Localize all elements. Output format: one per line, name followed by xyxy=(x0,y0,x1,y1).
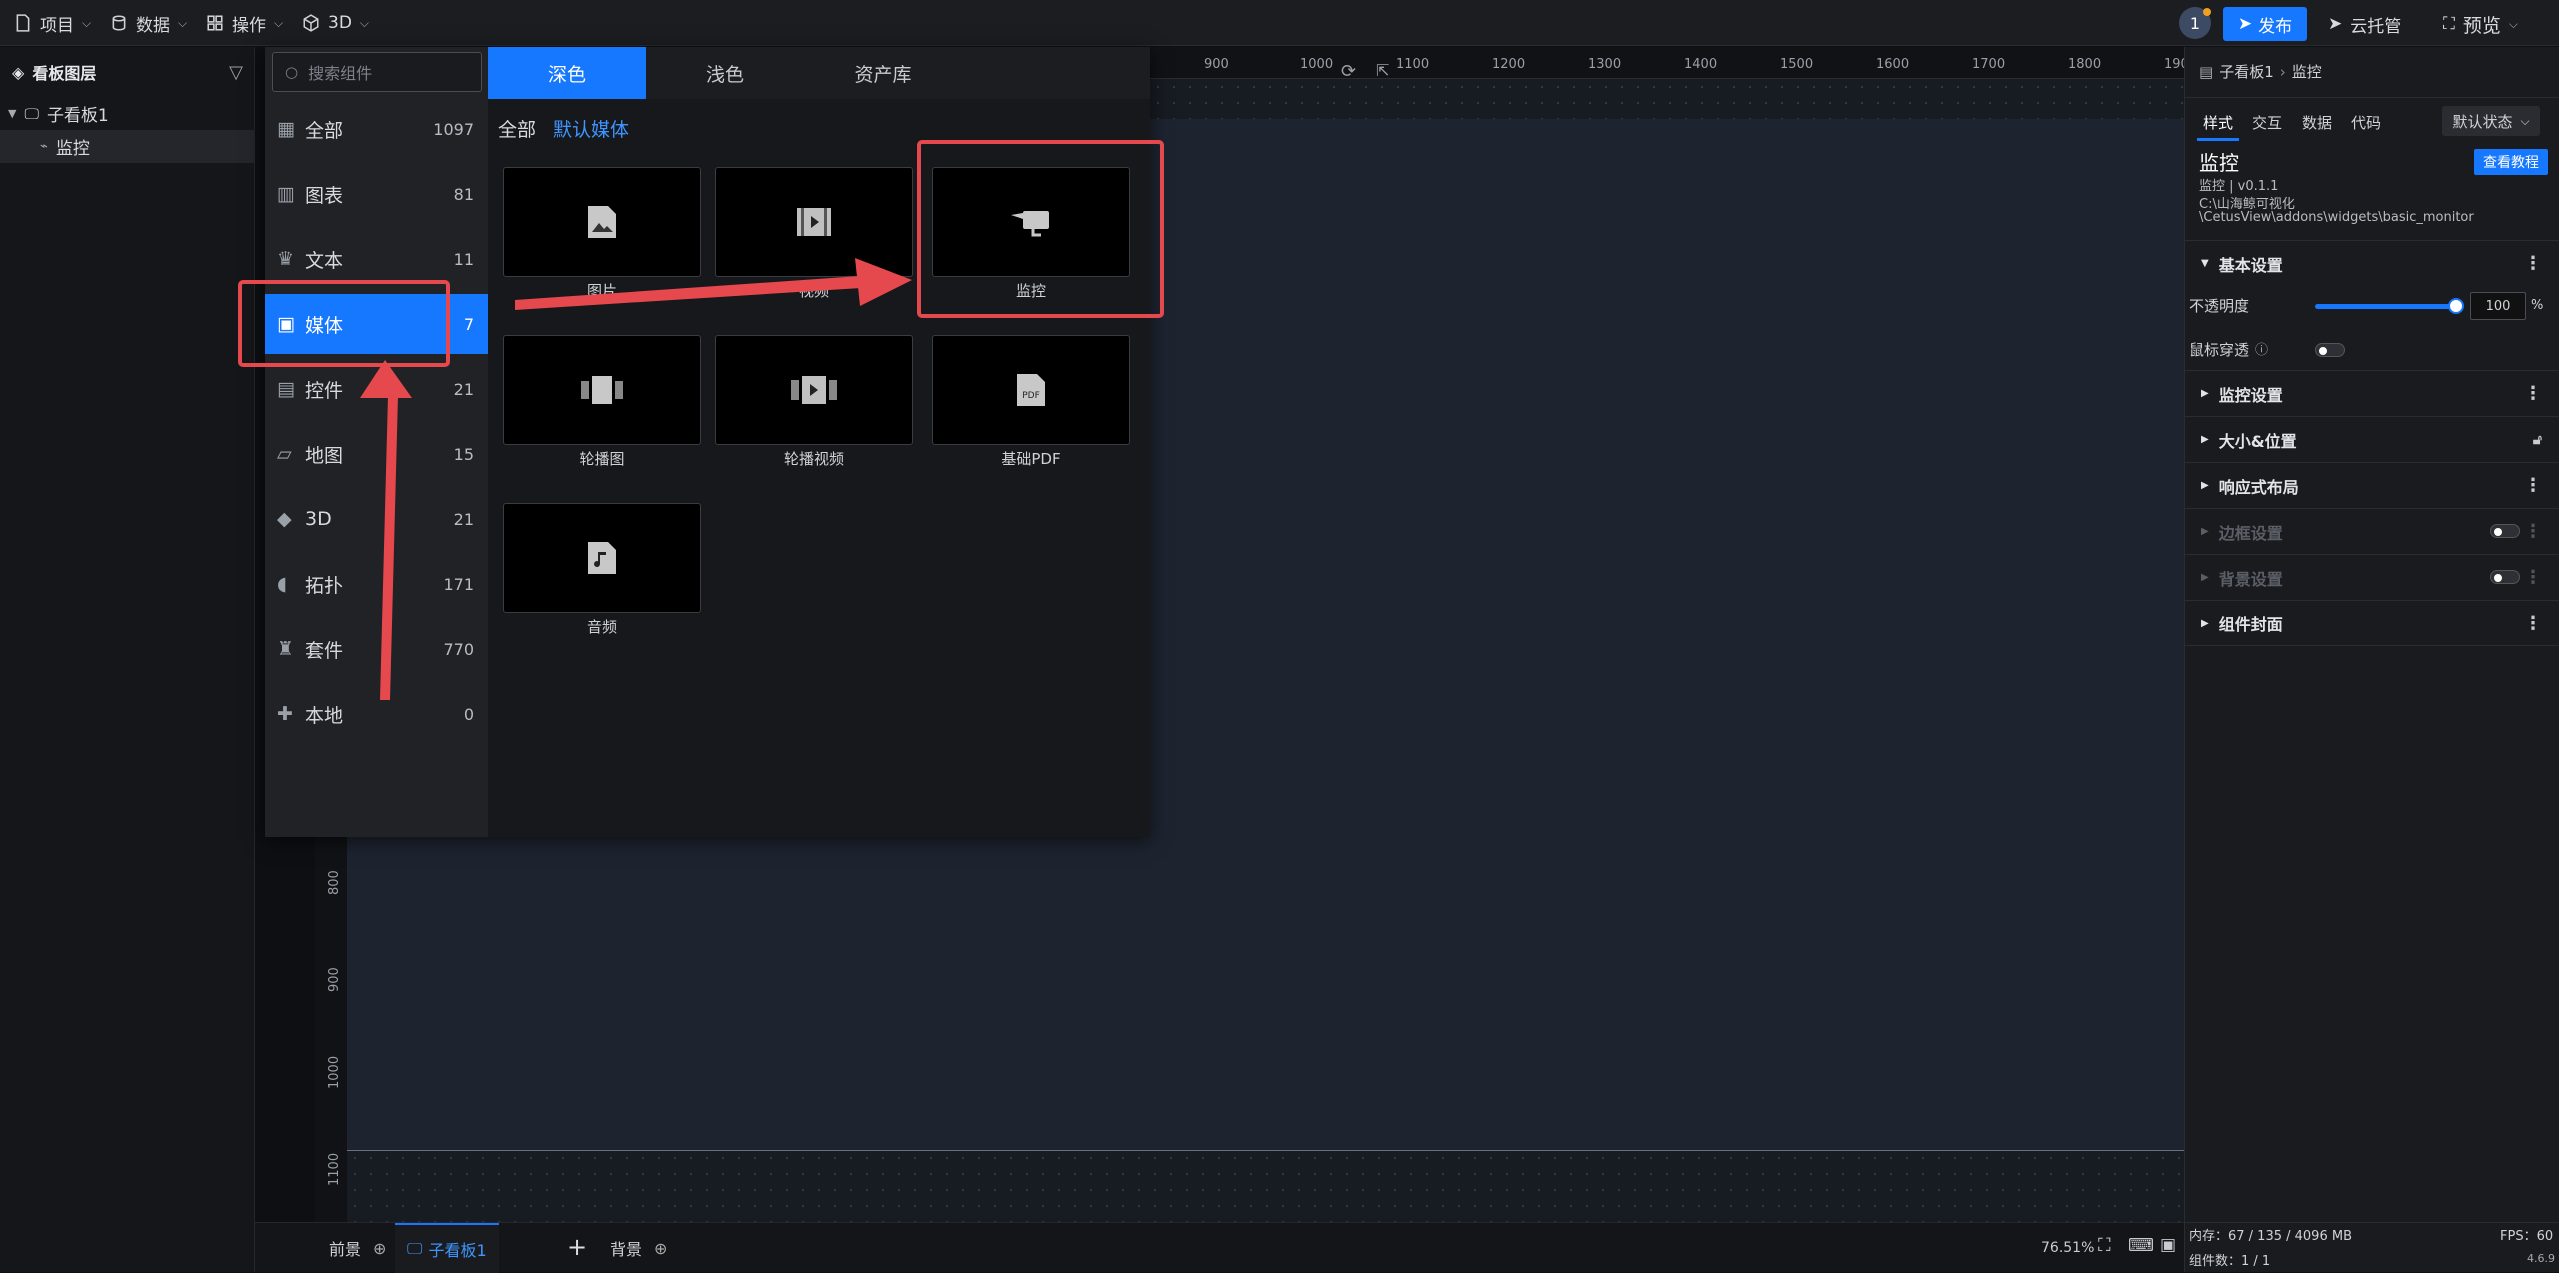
help-icon[interactable]: ⓘ xyxy=(2255,339,2268,358)
add-circle-icon[interactable]: ⊕ xyxy=(654,1239,667,1258)
section-label: 边框设置 xyxy=(2218,523,2283,543)
opacity-input[interactable]: 100 xyxy=(2470,292,2526,320)
memory-usage: 内存：67 / 135 / 4096 MB xyxy=(2189,1229,2352,1244)
section-responsive-layout[interactable]: ▶ 响应式布局 ⋮ xyxy=(2185,462,2559,508)
section-size-position[interactable]: ▶ 大小&位置 🔓︎ xyxy=(2185,416,2559,462)
chevron-down-icon: ⌵ xyxy=(2520,113,2530,128)
more-vertical-icon[interactable]: ⋮ xyxy=(2524,613,2542,634)
arrow-right-icon xyxy=(515,276,861,310)
caret-right-icon: ▶ xyxy=(2201,480,2209,491)
more-vertical-icon[interactable]: ⋮ xyxy=(2524,567,2542,588)
caret-right-icon: ▶ xyxy=(2201,388,2209,399)
percent-unit: % xyxy=(2531,298,2544,313)
slider-handle[interactable] xyxy=(2448,298,2464,314)
tab-code[interactable]: 代码 xyxy=(2351,112,2381,133)
tab-background[interactable]: 背景 ⊕ xyxy=(610,1223,667,1273)
fps-counter: FPS：60 xyxy=(2500,1229,2554,1244)
section-background-settings[interactable]: ▶ 背景设置 ⋮ xyxy=(2185,554,2559,600)
lock-icon[interactable]: 🔓︎ xyxy=(2533,432,2542,448)
section-border-settings[interactable]: ▶ 边框设置 ⋮ xyxy=(2185,508,2559,554)
tab-interaction[interactable]: 交互 xyxy=(2252,112,2282,133)
annotation-arrows xyxy=(360,258,912,700)
document-icon: ▤ xyxy=(2199,62,2214,81)
section-label: 组件封面 xyxy=(2218,615,2283,634)
caret-down-icon: ▼ xyxy=(2201,258,2209,269)
caret-right-icon: ▶ xyxy=(2201,434,2209,445)
border-toggle[interactable] xyxy=(2490,524,2520,538)
tab-foreground[interactable]: 前景 ⊕ xyxy=(329,1223,386,1273)
widget-version: 监控 | v0.1.1 xyxy=(2199,179,2279,194)
fit-screen-icon[interactable]: ⛶ xyxy=(2098,1235,2111,1256)
foreground-label: 前景 xyxy=(329,1240,362,1259)
opacity-slider[interactable] xyxy=(2315,304,2455,309)
active-tab-indicator xyxy=(2197,138,2239,141)
tab-data[interactable]: 数据 xyxy=(2302,112,2332,133)
more-vertical-icon[interactable]: ⋮ xyxy=(2524,383,2542,404)
section-label: 响应式布局 xyxy=(2218,477,2299,497)
terminal-icon[interactable]: ▣ xyxy=(2160,1235,2176,1255)
caret-right-icon: ▶ xyxy=(2201,526,2209,537)
breadcrumb-parent[interactable]: 子看板1 xyxy=(2219,61,2274,82)
board-label: 子看板1 xyxy=(428,1241,487,1260)
section-monitor-settings[interactable]: ▶ 监控设置 ⋮ xyxy=(2185,370,2559,416)
add-board-button[interactable]: + xyxy=(567,1233,587,1261)
section-label: 大小&位置 xyxy=(2218,431,2297,451)
chevron-right-icon: › xyxy=(2279,62,2286,81)
breadcrumb-current: 监控 xyxy=(2291,63,2322,81)
property-tabs: 样式 交互 数据 代码 默认状态 ⌵ xyxy=(2185,97,2559,142)
section-label: 监控设置 xyxy=(2218,385,2283,405)
section-label: 基本设置 xyxy=(2218,255,2283,275)
widget-title: 监控 xyxy=(2199,151,2239,175)
tab-style[interactable]: 样式 xyxy=(2203,112,2233,133)
caret-right-icon: ▶ xyxy=(2201,617,2209,629)
divider xyxy=(2185,1222,2559,1223)
state-select-value: 默认状态 xyxy=(2452,112,2513,131)
more-vertical-icon[interactable]: ⋮ xyxy=(2524,253,2542,274)
section-label: 背景设置 xyxy=(2218,569,2283,589)
properties-panel: ▤ 子看板1 › 监控 样式 交互 数据 代码 默认状态 ⌵ 监控 查看教程 监… xyxy=(2184,47,2559,1272)
section-basic-settings[interactable]: ▼ 基本设置 ⋮ xyxy=(2185,240,2559,286)
keyboard-icon[interactable]: ⌨ xyxy=(2128,1235,2154,1256)
more-vertical-icon[interactable]: ⋮ xyxy=(2524,475,2542,496)
monitor-icon: 🖵 xyxy=(407,1239,423,1258)
widget-path-line2: \CetusView\addons\widgets\basic_monitor xyxy=(2199,210,2474,225)
add-circle-icon[interactable]: ⊕ xyxy=(373,1239,386,1258)
app-version: 4.6.9 xyxy=(2527,1252,2555,1265)
tutorial-button[interactable]: 查看教程 xyxy=(2474,149,2548,175)
zoom-level[interactable]: 76.51% xyxy=(2041,1240,2094,1256)
breadcrumb: ▤ 子看板1 › 监控 xyxy=(2199,61,2322,82)
background-toggle[interactable] xyxy=(2490,570,2520,584)
mouse-through-label: 鼠标穿透 xyxy=(2189,341,2250,359)
state-select[interactable]: 默认状态 ⌵ xyxy=(2442,106,2540,136)
caret-right-icon: ▶ xyxy=(2201,572,2209,583)
background-label: 背景 xyxy=(610,1240,643,1259)
opacity-label: 不透明度 xyxy=(2189,297,2250,315)
more-vertical-icon[interactable]: ⋮ xyxy=(2524,521,2542,542)
component-count: 组件数：1 / 1 xyxy=(2189,1254,2271,1269)
mouse-through-toggle[interactable] xyxy=(2315,343,2345,357)
arrow-up-icon xyxy=(380,395,398,700)
tab-board[interactable]: 🖵 子看板1 xyxy=(395,1223,499,1273)
section-component-cover[interactable]: ▶ 组件封面 ⋮ xyxy=(2185,600,2559,646)
bottom-bar: 前景 ⊕ 🖵 子看板1 + 背景 ⊕ 76.51% ⛶ ⌨ ▣ xyxy=(255,1222,2184,1273)
